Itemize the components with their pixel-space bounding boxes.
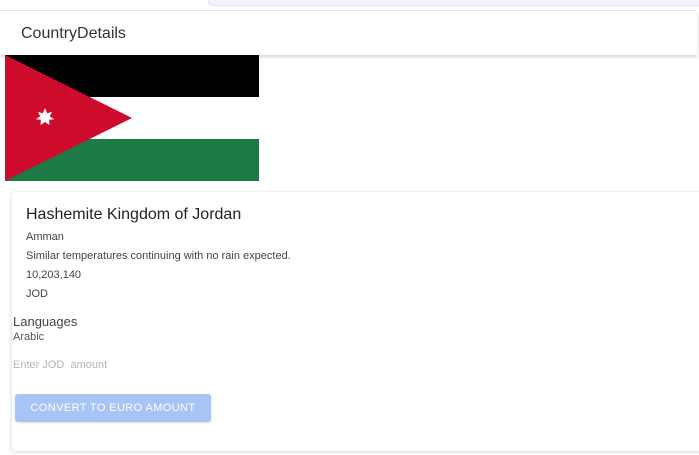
population-text: 10,203,140 bbox=[26, 269, 82, 281]
languages-heading: Languages bbox=[13, 314, 78, 329]
language-item: Arabic bbox=[13, 331, 45, 343]
browser-top-strip bbox=[0, 0, 699, 8]
currency-text: JOD bbox=[26, 288, 48, 300]
address-bar-edge bbox=[208, 0, 699, 6]
convert-to-euro-button[interactable]: CONVERT TO EURO AMOUNT bbox=[15, 394, 211, 422]
amount-input[interactable] bbox=[13, 357, 213, 373]
weather-text: Similar temperatures continuing with no … bbox=[26, 250, 291, 262]
country-flag-image bbox=[5, 55, 259, 181]
app-toolbar: CountryDetails bbox=[0, 10, 697, 55]
country-name: Hashemite Kingdom of Jordan bbox=[26, 206, 242, 223]
capital-text: Amman bbox=[26, 231, 64, 243]
page-title: CountryDetails bbox=[21, 25, 126, 42]
